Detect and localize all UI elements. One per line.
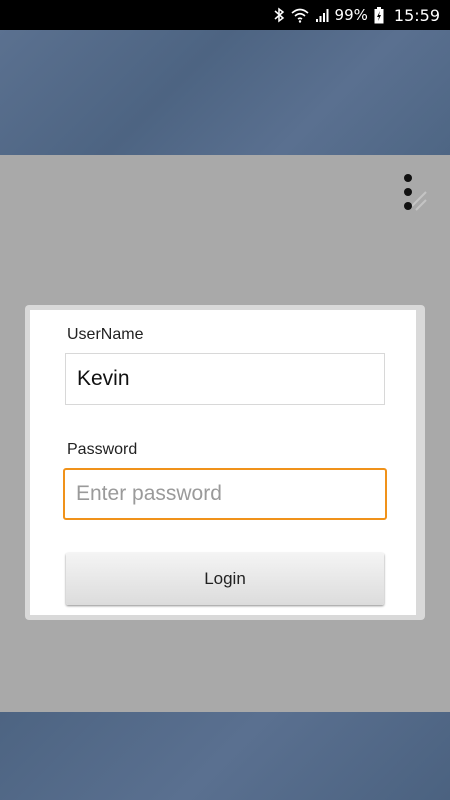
overflow-menu-button[interactable] [392,172,428,214]
background-image-top [0,30,450,155]
battery-percentage: 99% [334,6,368,24]
login-dialog: UserName Password Login [25,305,425,620]
battery-charging-icon [374,6,384,24]
username-label: UserName [67,326,144,343]
status-bar: 99% 15:59 [0,0,450,30]
login-form: UserName Password Login [30,310,416,615]
password-label: Password [67,441,138,458]
overflow-menu-icon [404,174,427,211]
bluetooth-icon [273,7,285,23]
wifi-icon [291,7,309,23]
status-time: 15:59 [393,5,440,25]
login-button[interactable]: Login [66,553,384,605]
username-input[interactable] [65,353,385,405]
background-image-bottom [0,712,450,800]
password-input[interactable] [63,468,387,520]
app-screen: 99% 15:59 UserName Password [0,0,450,800]
signal-icon [315,7,329,23]
